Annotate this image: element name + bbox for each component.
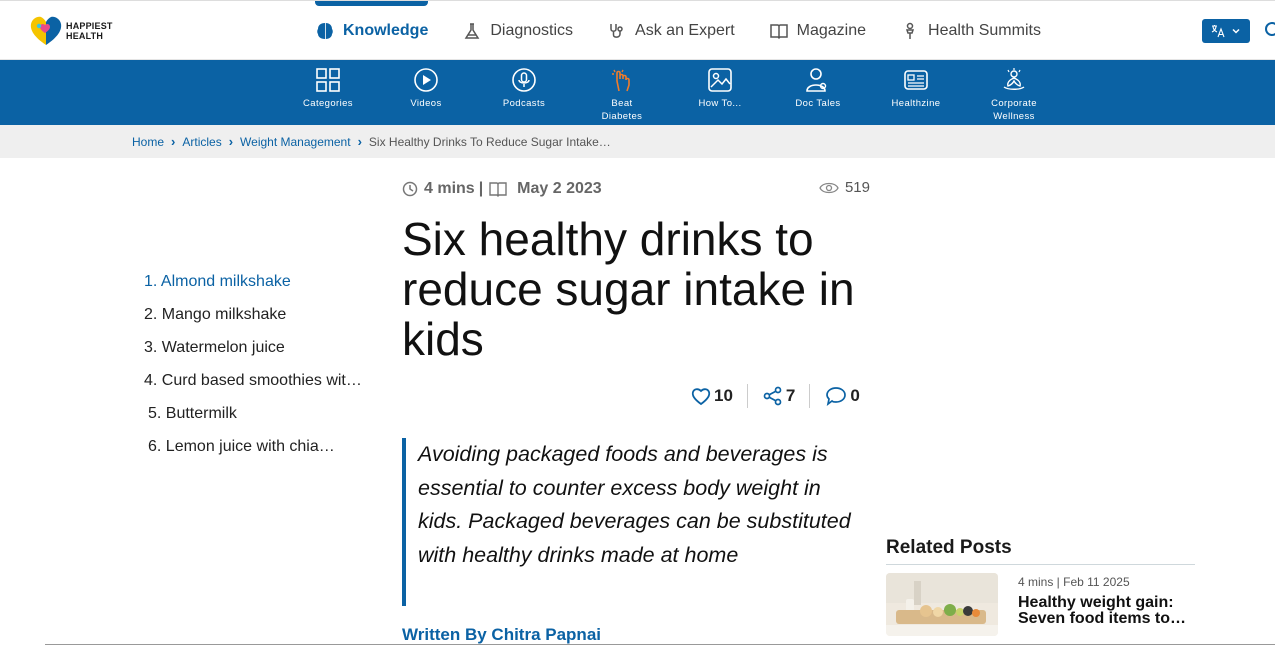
brain-icon [317, 23, 333, 39]
nav-magazine[interactable]: Magazine [769, 1, 866, 61]
toc-item-almond-milkshake[interactable]: 1. Almond milkshake [144, 272, 369, 305]
microphone-icon [905, 22, 915, 39]
article-meta: 4 mins | May 2 2023 519 [402, 178, 870, 200]
view-count-value: 519 [844, 179, 870, 196]
table-of-contents: 1. Almond milkshake 2. Mango milkshake 3… [144, 272, 369, 470]
publish-date: May 2 2023 [517, 180, 602, 197]
meta-divider: | [478, 180, 484, 197]
breadcrumb-articles[interactable]: Articles [182, 135, 221, 149]
breadcrumb: Home › Articles › Weight Management › Si… [132, 125, 611, 158]
breadcrumb-home[interactable]: Home [132, 135, 164, 149]
book-icon [769, 24, 788, 40]
share-count: 7 [785, 386, 796, 405]
page-divider [45, 644, 1275, 645]
language-selector-button[interactable] [1202, 19, 1250, 43]
chevron-right-icon: › [357, 134, 362, 149]
related-posts-heading: Related Posts [886, 537, 1012, 558]
subnav-beat-label: Beat [611, 98, 633, 109]
comment-button[interactable]: 0 [824, 383, 860, 409]
brand-name: HAPPIEST HEALTH [66, 21, 113, 41]
toc-item-buttermilk[interactable]: 5. Buttermilk [144, 404, 369, 437]
article-title: Six healthy drinks to reduce sugar intak… [402, 213, 855, 365]
related-post-meta: 4 mins | Feb 11 2025 [1018, 575, 1130, 589]
play-icon [414, 68, 438, 92]
read-time: 4 mins [424, 180, 475, 197]
eye-icon [819, 182, 839, 193]
subnav-how-to-label: How To... [698, 98, 742, 109]
image-icon [708, 68, 732, 92]
happiest-health-logo[interactable]: HAPPIEST HEALTH [28, 13, 128, 49]
heart-icon [691, 388, 711, 406]
chevron-right-icon: › [171, 134, 176, 149]
translate-icon [1211, 25, 1225, 38]
heart-logo-icon [30, 16, 62, 45]
subnav-doc-tales-label: Doc Tales [795, 98, 841, 109]
clock-icon [402, 181, 418, 197]
toc-item-watermelon-juice[interactable]: 3. Watermelon juice [144, 338, 369, 371]
share-button[interactable]: 7 [762, 383, 795, 409]
breadcrumb-bar: Home › Articles › Weight Management › Si… [0, 125, 1275, 158]
mic-icon [512, 68, 536, 92]
like-count: 10 [714, 386, 733, 405]
view-count: 519 [819, 179, 870, 196]
nav-knowledge-label: Knowledge [343, 22, 429, 39]
action-divider [746, 384, 748, 408]
flask-icon [464, 23, 480, 39]
subnav-videos[interactable]: Videos [386, 67, 466, 110]
comment-count: 0 [850, 386, 860, 405]
finger-prick-icon [612, 69, 630, 92]
related-posts-divider [886, 564, 1195, 565]
subnav-diabetes-label: Diabetes [601, 111, 643, 122]
top-header: HAPPIEST HEALTH Knowledge Diagnostics As… [0, 0, 1275, 60]
article-summary-quote: Avoiding packaged foods and beverages is… [402, 438, 862, 606]
subnav-beat-diabetes[interactable]: Beat Diabetes [582, 67, 662, 123]
share-icon [763, 386, 782, 406]
stethoscope-icon [610, 24, 623, 38]
action-divider [809, 384, 811, 408]
related-post-card[interactable]: 4 mins | Feb 11 2025 Healthy weight gain… [886, 573, 1195, 637]
subnav-corporate-label: Corporate [991, 98, 1037, 109]
open-book-icon [489, 182, 507, 197]
chevron-right-icon: › [228, 134, 234, 149]
article-actions: 10 7 0 [690, 383, 860, 409]
toc-item-curd-smoothies[interactable]: 4. Curd based smoothies wit… [144, 371, 369, 404]
nav-health-summits-label: Health Summits [928, 22, 1041, 39]
lotus-icon [1003, 68, 1025, 90]
doctor-icon [806, 68, 827, 92]
secondary-navigation: Categories Videos Podcasts Beat Diabetes… [0, 60, 1275, 125]
subnav-categories-label: Categories [303, 98, 353, 109]
subnav-wellness-label: Wellness [993, 111, 1035, 122]
subnav-how-to[interactable]: How To... [680, 67, 760, 110]
like-button[interactable]: 10 [690, 383, 733, 409]
nav-knowledge[interactable]: Knowledge [315, 1, 429, 61]
comment-icon [826, 387, 847, 407]
subnav-healthzine-label: Healthzine [891, 98, 941, 109]
toc-item-mango-milkshake[interactable]: 2. Mango milkshake [144, 305, 369, 338]
subnav-doc-tales[interactable]: Doc Tales [778, 67, 858, 110]
main-navigation: Knowledge Diagnostics Ask an Expert Maga… [315, 1, 1075, 61]
subnav-healthzine[interactable]: Healthzine [876, 67, 956, 110]
search-icon[interactable] [1262, 21, 1275, 41]
subnav-podcasts-label: Podcasts [502, 98, 546, 109]
nav-ask-an-expert[interactable]: Ask an Expert [607, 1, 735, 61]
nav-diagnostics-label: Diagnostics [490, 22, 574, 39]
chevron-down-icon [1232, 28, 1240, 34]
toc-item-lemon-juice[interactable]: 6. Lemon juice with chia… [144, 437, 369, 470]
subnav-videos-label: Videos [410, 98, 442, 109]
breadcrumb-weight-management[interactable]: Weight Management [240, 135, 351, 149]
nav-diagnostics[interactable]: Diagnostics [462, 1, 573, 61]
subnav-categories[interactable]: Categories [288, 67, 368, 110]
subnav-corporate-wellness[interactable]: Corporate Wellness [974, 67, 1054, 123]
nav-magazine-label: Magazine [796, 22, 867, 39]
related-post-thumbnail [886, 573, 998, 636]
breadcrumb-current: Six Healthy Drinks To Reduce Sugar Intak… [368, 134, 611, 149]
subnav-podcasts[interactable]: Podcasts [484, 67, 564, 110]
related-post-headline: Healthy weight gain: Seven food items to… [1018, 594, 1187, 627]
newspaper-icon [904, 70, 928, 90]
nav-health-summits[interactable]: Health Summits [900, 1, 1041, 61]
nav-ask-an-expert-label: Ask an Expert [635, 22, 735, 39]
author-byline[interactable]: Written By Chitra Papnai [402, 625, 601, 645]
grid-icon [316, 68, 340, 92]
